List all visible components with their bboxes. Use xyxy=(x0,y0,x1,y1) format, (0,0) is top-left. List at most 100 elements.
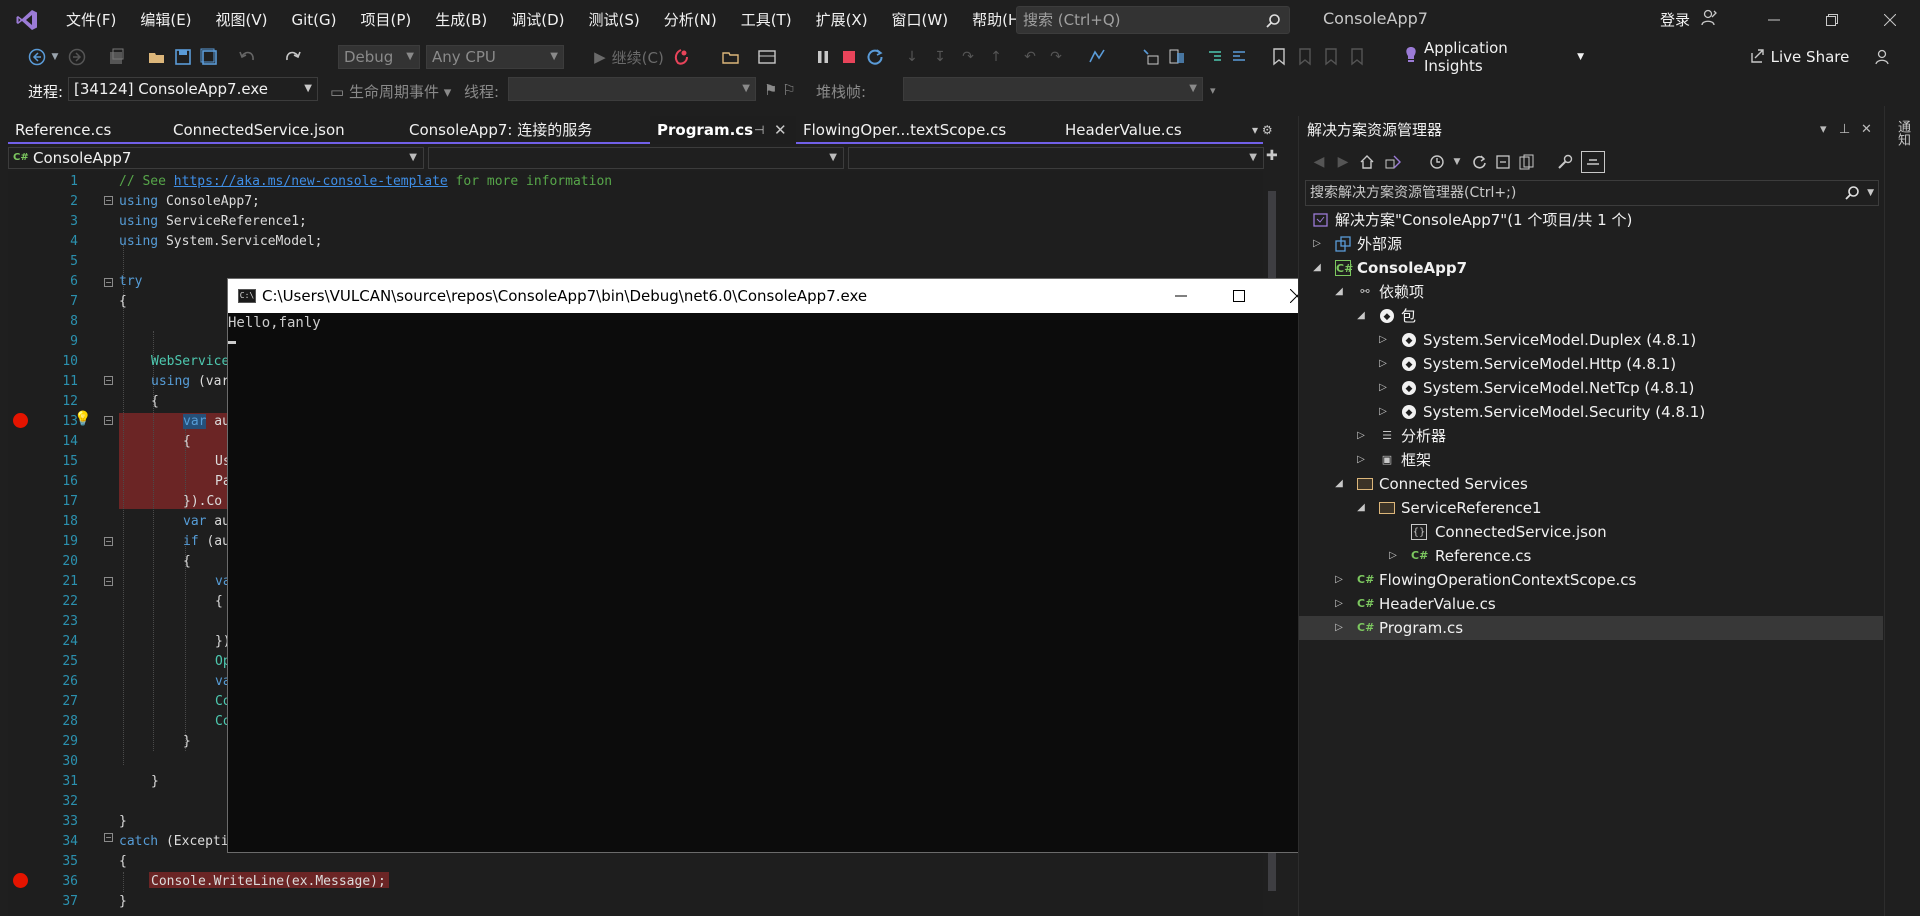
step-into-icon[interactable]: ↓ xyxy=(902,45,922,69)
expand-icon[interactable]: ▷ xyxy=(1377,352,1389,376)
application-insights-button[interactable]: Application Insights ▼ xyxy=(1404,39,1584,75)
process-select[interactable]: [34124] ConsoleApp7.exe ▼ xyxy=(68,77,318,101)
collapse-all-icon[interactable] xyxy=(1491,151,1515,173)
clear-bookmarks-icon[interactable] xyxy=(1346,45,1368,69)
hot-reload-settings-icon[interactable] xyxy=(1086,45,1108,69)
tree-item-package-http[interactable]: ▷ ◆ System.ServiceModel.Http (4.8.1) xyxy=(1299,352,1883,376)
break-all-icon[interactable] xyxy=(812,45,834,69)
expand-icon[interactable]: ▷ xyxy=(1333,592,1345,616)
tab-headervalue-cs[interactable]: HeaderValue.cs xyxy=(1058,116,1248,144)
step-back-icon[interactable]: ↑ xyxy=(986,45,1006,69)
search-options-icon[interactable]: ▼ xyxy=(1867,181,1874,205)
comment-icon[interactable] xyxy=(1228,45,1250,69)
menu-tools[interactable]: 工具(T) xyxy=(729,5,804,35)
continue-button[interactable]: ▶ 继续(C) xyxy=(574,45,684,69)
navigate-forward-icon[interactable] xyxy=(66,45,88,69)
save-all-icon[interactable] xyxy=(198,45,220,69)
feedback-icon[interactable] xyxy=(1872,45,1894,69)
expand-icon[interactable]: ▷ xyxy=(1377,400,1389,424)
menu-test[interactable]: 测试(S) xyxy=(577,5,652,35)
solution-explorer-search-input[interactable]: 搜索解决方案资源管理器(Ctrl+;) ▼ xyxy=(1305,180,1879,206)
show-all-files-icon[interactable] xyxy=(1515,151,1539,173)
navigate-back-icon[interactable] xyxy=(26,45,48,69)
lifecycle-events-button[interactable]: ▭ 生命周期事件 ▾ xyxy=(330,81,451,102)
expand-icon[interactable]: ▷ xyxy=(1333,616,1345,640)
redo-step-icon[interactable]: ↷ xyxy=(1046,45,1066,69)
expand-icon[interactable]: ▷ xyxy=(1387,544,1399,568)
menu-view[interactable]: 视图(V) xyxy=(204,5,280,35)
console-maximize-button[interactable] xyxy=(1210,279,1268,313)
diagnostics-icon[interactable] xyxy=(1166,45,1188,69)
collapse-icon[interactable]: ◢ xyxy=(1311,256,1323,280)
tree-item-external-sources[interactable]: ▷ 外部源 xyxy=(1299,232,1883,256)
forward-icon[interactable]: ▶ xyxy=(1331,151,1355,173)
tree-item-project[interactable]: ◢ C# ConsoleApp7 xyxy=(1299,256,1883,280)
expand-icon[interactable]: ▷ xyxy=(1355,448,1367,472)
notifications-tab[interactable]: 通知 xyxy=(1893,120,1912,146)
close-tab-icon[interactable]: ✕ xyxy=(774,116,787,144)
tree-item-frameworks[interactable]: ▷ ▣ 框架 xyxy=(1299,448,1883,472)
solution-platform-select[interactable]: Any CPU ▼ xyxy=(426,45,564,69)
console-title-bar[interactable]: C:\ C:\Users\VULCAN\source\repos\Console… xyxy=(228,279,1326,313)
menu-project[interactable]: 项目(P) xyxy=(349,5,424,35)
menu-file[interactable]: 文件(F) xyxy=(54,5,128,35)
tab-connected-services[interactable]: ConsoleApp7: 连接的服务 xyxy=(402,116,650,144)
restart-icon[interactable] xyxy=(864,45,886,69)
tree-item-package-nettcp[interactable]: ▷ ◆ System.ServiceModel.NetTcp (4.8.1) xyxy=(1299,376,1883,400)
expand-icon[interactable]: ▷ xyxy=(1311,232,1323,256)
tree-item-reference-cs[interactable]: ▷ C# Reference.cs xyxy=(1299,544,1883,568)
tree-item-dependencies[interactable]: ◢ ⚯ 依赖项 xyxy=(1299,280,1883,304)
indent-icon[interactable] xyxy=(1204,45,1226,69)
close-window-button[interactable] xyxy=(1861,0,1919,40)
menu-git[interactable]: Git(G) xyxy=(280,5,349,35)
tree-item-packages[interactable]: ◢ ◆ 包 xyxy=(1299,304,1883,328)
menu-extensions[interactable]: 扩展(X) xyxy=(804,5,880,35)
back-dropdown-icon[interactable]: ▼ xyxy=(50,45,60,69)
step-out-icon[interactable]: ↷ xyxy=(958,45,978,69)
tree-item-package-duplex[interactable]: ▷ ◆ System.ServiceModel.Duplex (4.8.1) xyxy=(1299,328,1883,352)
redo-icon[interactable] xyxy=(282,45,304,69)
show-threads-icon[interactable] xyxy=(1140,45,1162,69)
tab-flowingoperationcontextscope[interactable]: FlowingOper...textScope.cs xyxy=(796,116,1058,144)
back-icon[interactable]: ◀ xyxy=(1307,151,1331,173)
next-bookmark-icon[interactable] xyxy=(1320,45,1342,69)
expand-icon[interactable]: ▷ xyxy=(1377,328,1389,352)
sign-in-link[interactable]: 登录 xyxy=(1660,9,1690,30)
tree-item-program-cs[interactable]: ▷ C# Program.cs xyxy=(1299,616,1883,640)
stackframe-select[interactable]: ▼ xyxy=(903,77,1203,101)
console-window[interactable]: C:\ C:\Users\VULCAN\source\repos\Console… xyxy=(227,278,1327,853)
collapse-icon[interactable]: ◢ xyxy=(1333,472,1345,496)
tree-item-flowingoperationcontextscope[interactable]: ▷ C# FlowingOperationContextScope.cs xyxy=(1299,568,1883,592)
tree-item-package-security[interactable]: ▷ ◆ System.ServiceModel.Security (4.8.1) xyxy=(1299,400,1883,424)
properties-icon[interactable] xyxy=(1553,151,1577,173)
tab-program-cs[interactable]: Program.cs ⊣ ✕ xyxy=(650,116,796,144)
tree-item-solution[interactable]: 解决方案"ConsoleApp7"(1 个项目/共 1 个) xyxy=(1299,208,1883,232)
collapse-icon[interactable]: ◢ xyxy=(1333,280,1345,304)
tree-item-connectedservice-json[interactable]: {} ConnectedService.json xyxy=(1299,520,1883,544)
open-folder-icon[interactable] xyxy=(720,45,742,69)
undo-icon[interactable] xyxy=(236,45,258,69)
tab-connectedservice-json[interactable]: ConnectedService.json xyxy=(166,116,402,144)
prev-bookmark-icon[interactable] xyxy=(1294,45,1316,69)
expand-icon[interactable]: ▷ xyxy=(1355,424,1367,448)
live-share-button[interactable]: Live Share xyxy=(1744,45,1854,69)
stop-debugging-icon[interactable] xyxy=(838,45,860,69)
home-icon[interactable] xyxy=(1355,151,1379,173)
expand-icon[interactable]: ▷ xyxy=(1377,376,1389,400)
toolbox-icon[interactable] xyxy=(756,45,778,69)
tree-item-connected-services[interactable]: ◢ Connected Services xyxy=(1299,472,1883,496)
panel-menu-icon[interactable]: ▾ xyxy=(1820,116,1827,144)
thread-select[interactable]: ▼ xyxy=(508,77,756,101)
new-project-icon[interactable] xyxy=(106,45,128,69)
hot-reload-icon[interactable] xyxy=(670,45,692,69)
open-file-icon[interactable] xyxy=(146,45,168,69)
expand-icon[interactable]: ▷ xyxy=(1333,568,1345,592)
template-link[interactable]: https://aka.ms/new-console-template xyxy=(174,174,448,189)
pin-icon[interactable]: ⊣ xyxy=(754,116,764,144)
close-panel-icon[interactable]: ✕ xyxy=(1861,116,1872,144)
project-scope-select[interactable]: C# ConsoleApp7 ▼ xyxy=(8,147,424,169)
console-output[interactable]: Hello,fanly xyxy=(228,313,1308,852)
menu-build[interactable]: 生成(B) xyxy=(423,5,499,35)
tab-reference-cs[interactable]: Reference.cs xyxy=(8,116,166,144)
menu-edit[interactable]: 编辑(E) xyxy=(128,5,203,35)
